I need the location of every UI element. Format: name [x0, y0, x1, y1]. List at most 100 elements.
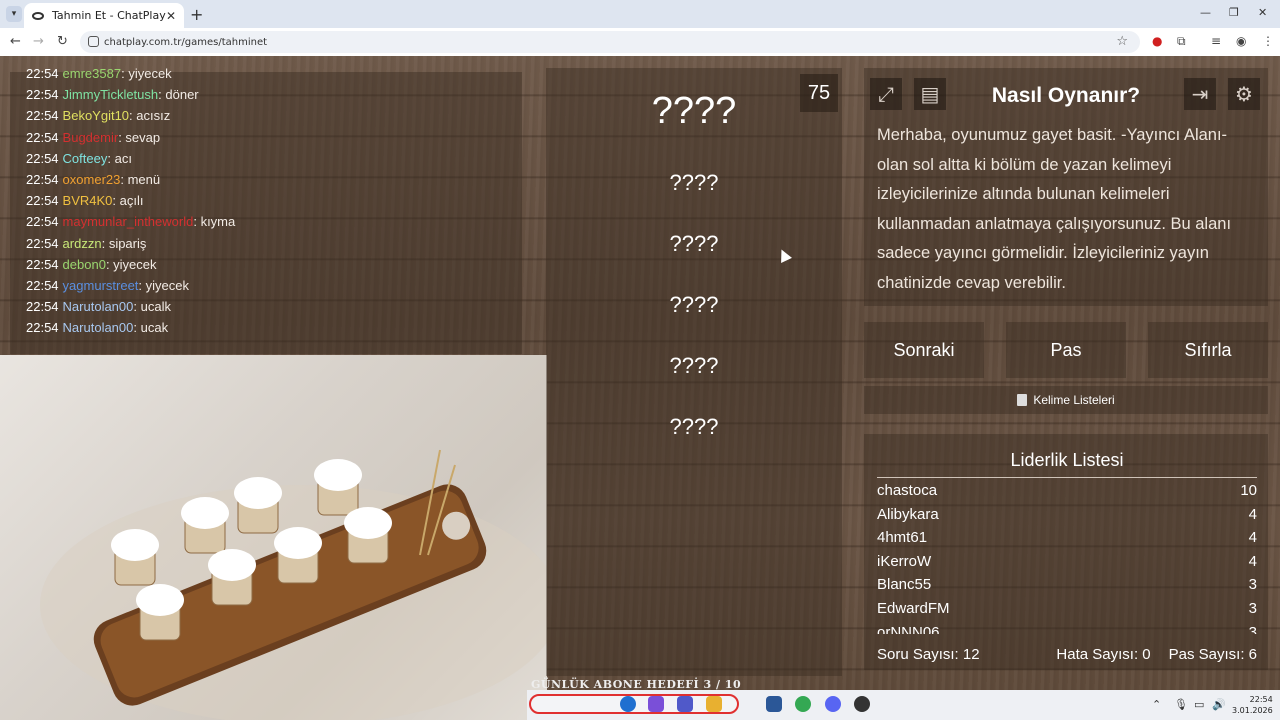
browser-menu-icon[interactable]: ⋮ [1262, 34, 1274, 48]
address-bar[interactable]: chatplay.com.tr/games/tahminet ☆ [80, 31, 1140, 53]
chat-text: sipariş [108, 235, 147, 251]
obs-icon[interactable] [854, 696, 870, 712]
minimize-icon[interactable]: — [1200, 6, 1211, 19]
bookmark-star-icon[interactable]: ☆ [1116, 34, 1128, 49]
chat-time: 22:54 [26, 193, 59, 209]
leaderboard-row: iKerroW 4 [877, 553, 1257, 577]
streamer-camera-area [0, 355, 547, 720]
reading-list-icon[interactable]: ≡ [1211, 34, 1221, 48]
chat-time: 22:54 [26, 66, 59, 81]
chat-username[interactable]: Narutolan00 [63, 299, 134, 314]
leaderboard-name: Blanc55 [877, 576, 932, 594]
profile-avatar-icon[interactable]: ◉ [1236, 34, 1246, 48]
chat-message: 22:54 Cofteey: acı [26, 151, 516, 172]
chat-message: 22:54 ardzzn: sipariş [26, 236, 516, 257]
chat-message: 22:54 oxomer23: menü [26, 172, 516, 193]
file-explorer-icon[interactable] [706, 696, 722, 712]
word-lists-label: Kelime Listeleri [1033, 393, 1115, 407]
word-lists-button[interactable]: Kelime Listeleri [864, 386, 1268, 414]
help-text: Merhaba, oyunumuz gayet basit. -Yayıncı … [877, 126, 1232, 292]
next-button[interactable]: Sonraki [864, 322, 984, 378]
chat-text: acısız [136, 108, 171, 124]
reset-button[interactable]: Sıfırla [1148, 322, 1268, 378]
food-photo [40, 449, 547, 720]
store-icon[interactable] [766, 696, 782, 712]
chat-time: 22:54 [26, 256, 59, 272]
clock-date: 3.01.2026 [1232, 706, 1273, 715]
tab-close-icon[interactable]: ✕ [166, 9, 176, 23]
chat-separator: : [120, 171, 128, 187]
leaderboard-score: 4 [1248, 505, 1257, 523]
chat-username[interactable]: yagmurstreet [63, 278, 139, 293]
chat-username[interactable]: BVR4K0 [63, 193, 113, 208]
chat-text: ucalk [140, 299, 171, 315]
chat-text: sevap [125, 129, 161, 145]
chat-time: 22:54 [26, 277, 59, 293]
new-tab-icon[interactable]: + [190, 5, 203, 24]
chat-text: yiyecek [128, 66, 172, 81]
chat-separator: : [101, 235, 109, 251]
extensions-icon[interactable]: ⧉ [1177, 34, 1186, 49]
chat-time: 22:54 [26, 214, 59, 230]
microphone-icon[interactable]: 🎙 [1174, 698, 1188, 711]
chrome-icon[interactable] [795, 696, 811, 712]
leaderboard-name: EdwardFM [877, 599, 950, 617]
chat-message: 22:54 yagmurstreet: yiyecek [26, 278, 516, 299]
leaderboard-row: 4hmt61 4 [877, 529, 1257, 553]
chat-username[interactable]: oxomer23 [63, 172, 121, 187]
chat-username[interactable]: maymunlar_intheworld [63, 214, 194, 229]
copilot-icon[interactable] [648, 696, 664, 712]
reload-icon[interactable]: ↻ [57, 34, 68, 49]
edge-icon[interactable] [620, 696, 636, 712]
chat-time: 22:54 [26, 150, 59, 166]
chat-username[interactable]: BekoYgit10 [63, 108, 130, 123]
chat-username[interactable]: debon0 [63, 257, 106, 272]
error-count: Hata Sayısı: 0 [1056, 646, 1151, 663]
chat-message: 22:54 BekoYgit10: acısız [26, 108, 516, 129]
restore-icon[interactable]: ❐ [1229, 6, 1239, 19]
back-icon[interactable]: ← [10, 34, 21, 49]
leaderboard-row: chastoca 10 [877, 482, 1257, 506]
chat-text: yiyecek [113, 256, 157, 272]
chat-username[interactable]: ardzzn [63, 236, 102, 251]
logout-icon[interactable]: ⇥ [1184, 78, 1216, 110]
chat-time: 22:54 [26, 108, 59, 124]
banned-word-4: ???? [669, 353, 719, 378]
pass-button[interactable]: Pas [1006, 322, 1126, 378]
chat-time: 22:54 [26, 171, 59, 187]
forward-icon[interactable]: → [33, 34, 44, 49]
volume-icon[interactable]: 🔊 [1212, 698, 1226, 711]
clock-time: 22:54 [1249, 695, 1273, 704]
tray-chevron-icon[interactable]: ⌃ [1152, 698, 1161, 711]
tab-title: Tahmin Et - ChatPlay [52, 9, 166, 22]
browser-tab[interactable]: Tahmin Et - ChatPlay ✕ [24, 3, 184, 28]
chat-message: 22:54 emre3587: yiyecek [26, 66, 516, 87]
settings-gear-icon[interactable]: ⚙ [1228, 78, 1260, 110]
chat-username[interactable]: Narutolan00 [63, 320, 134, 335]
chat-message: 22:54 maymunlar_intheworld: kıyma [26, 214, 516, 235]
stats-bar: Soru Sayısı: 12 Hata Sayısı: 0 Pas Sayıs… [877, 646, 1257, 663]
opera-extension-icon[interactable]: ● [1152, 34, 1162, 48]
window-close-icon[interactable]: ✕ [1258, 6, 1267, 19]
chat-username[interactable]: emre3587 [63, 66, 122, 81]
chat-username[interactable]: JimmyTickletush [63, 87, 159, 102]
leaderboard-name: orNNN06 [877, 623, 940, 634]
site-info-icon[interactable] [88, 36, 99, 47]
chat-text: acı [114, 150, 132, 166]
banned-word-1: ???? [669, 170, 719, 195]
chat-text: ucak [140, 320, 169, 336]
browser-tabbar: ▾ Tahmin Et - ChatPlay ✕ + — ❐ ✕ [0, 0, 1280, 28]
question-count: Soru Sayısı: 12 [877, 646, 980, 663]
banned-word-3: ???? [669, 292, 719, 317]
chat-username[interactable]: Bugdemir [63, 130, 119, 145]
chat-separator: : [112, 193, 120, 209]
network-icon[interactable]: ▭ [1194, 698, 1204, 711]
leaderboard-score: 3 [1248, 576, 1257, 594]
chat-username[interactable]: Cofteey [63, 151, 108, 166]
banned-word-5: ???? [669, 414, 719, 439]
discord-icon[interactable] [825, 696, 841, 712]
leaderboard-score: 4 [1248, 552, 1257, 570]
teams-icon[interactable] [677, 696, 693, 712]
tab-search-icon[interactable]: ▾ [6, 6, 22, 22]
system-clock[interactable]: 22:54 3.01.2026 [1232, 694, 1273, 716]
